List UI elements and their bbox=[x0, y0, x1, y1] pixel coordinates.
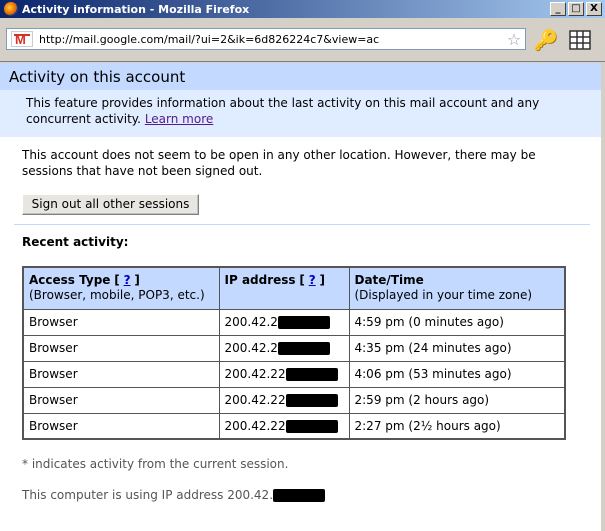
table-row: Browser 200.42.22 4:06 pm (53 minutes ag… bbox=[22, 360, 566, 388]
header-access-type: Access Type [ ? ] (Browser, mobile, POP3… bbox=[22, 266, 220, 310]
time-cell: 4:06 pm (53 minutes ago) bbox=[348, 360, 566, 388]
redaction-block bbox=[285, 394, 338, 407]
close-button[interactable]: X bbox=[586, 2, 602, 16]
table-header-row: Access Type [ ? ] (Browser, mobile, POP3… bbox=[22, 266, 566, 310]
ip-cell: 200.42.2 bbox=[218, 334, 350, 362]
ip-text: 200.42.2 bbox=[224, 315, 278, 329]
ip-cell: 200.42.2 bbox=[218, 308, 350, 336]
access-type-cell: Browser bbox=[22, 412, 220, 440]
time-cell: 4:35 pm (24 minutes ago) bbox=[348, 334, 566, 362]
table-row: Browser 200.42.22 2:27 pm (2½ hours ago) bbox=[22, 412, 566, 440]
ip-text: 200.42.2 bbox=[224, 341, 278, 355]
firefox-logo-icon bbox=[4, 2, 18, 16]
description-text: This feature provides information about … bbox=[26, 96, 540, 126]
key-icon[interactable]: 🔑 bbox=[533, 28, 559, 52]
window-right-border bbox=[601, 63, 605, 531]
redaction-block bbox=[285, 419, 338, 433]
ip-cell: 200.42.22 bbox=[218, 412, 350, 440]
ip-cell: 200.42.22 bbox=[218, 386, 350, 414]
current-ip-line: This computer is using IP address 200.42… bbox=[22, 488, 326, 502]
access-type-cell: Browser bbox=[22, 334, 220, 362]
page-content: Activity on this account This feature pr… bbox=[0, 63, 605, 531]
access-type-help-link[interactable]: ? bbox=[124, 273, 131, 287]
current-session-footnote: * indicates activity from the current se… bbox=[22, 457, 289, 471]
ip-text: 200.42.22 bbox=[224, 367, 286, 381]
redaction-block bbox=[277, 342, 330, 355]
access-type-cell: Browser bbox=[22, 308, 220, 336]
current-ip-text: This computer is using IP address 200.42… bbox=[22, 488, 274, 502]
redaction-block bbox=[273, 489, 326, 502]
activity-table: Access Type [ ? ] (Browser, mobile, POP3… bbox=[22, 266, 566, 440]
page-title: Activity on this account bbox=[9, 68, 186, 86]
gmail-glyph: M bbox=[15, 32, 26, 47]
url-bar[interactable]: M http://mail.google.com/mail/?ui=2&ik=6… bbox=[6, 28, 526, 50]
header-access-type-title: Access Type bbox=[29, 273, 111, 288]
minimize-button[interactable]: _ bbox=[550, 2, 566, 16]
time-cell: 4:59 pm (0 minutes ago) bbox=[348, 308, 566, 336]
ip-text: 200.42.22 bbox=[224, 418, 286, 433]
sessions-notice: This account does not seem to be open in… bbox=[22, 148, 536, 178]
header-ip-address: IP address [ ? ] bbox=[218, 266, 350, 310]
header-date-sub: (Displayed in your time zone) bbox=[354, 288, 533, 303]
divider bbox=[14, 224, 590, 225]
ip-text: 200.42.22 bbox=[224, 393, 286, 407]
recent-activity-label: Recent activity: bbox=[22, 235, 129, 249]
table-row: Browser 200.42.22 2:59 pm (2 hours ago) bbox=[22, 386, 566, 414]
header-ip-title: IP address bbox=[224, 273, 296, 288]
url-text[interactable]: http://mail.google.com/mail/?ui=2&ik=6d8… bbox=[39, 33, 503, 46]
time-cell: 2:59 pm (2 hours ago) bbox=[348, 386, 566, 414]
access-type-cell: Browser bbox=[22, 386, 220, 414]
gmail-favicon-icon: M bbox=[11, 31, 33, 47]
table-row: Browser 200.42.2 4:59 pm (0 minutes ago) bbox=[22, 308, 566, 336]
table-row: Browser 200.42.2 4:35 pm (24 minutes ago… bbox=[22, 334, 566, 362]
sign-out-all-sessions-button[interactable]: Sign out all other sessions bbox=[22, 194, 199, 215]
bookmark-star-icon[interactable]: ☆ bbox=[503, 30, 525, 49]
redaction-block bbox=[277, 316, 330, 329]
grid-menu-icon[interactable] bbox=[568, 28, 594, 52]
learn-more-link[interactable]: Learn more bbox=[145, 112, 213, 126]
ip-cell: 200.42.22 bbox=[218, 360, 350, 388]
navigation-bar: M http://mail.google.com/mail/?ui=2&ik=6… bbox=[0, 18, 605, 62]
header-box: Activity on this account This feature pr… bbox=[0, 63, 601, 137]
window-title: Activity information - Mozilla Firefox bbox=[22, 2, 250, 16]
ip-address-help-link[interactable]: ? bbox=[309, 273, 316, 287]
header-access-type-sub: (Browser, mobile, POP3, etc.) bbox=[29, 288, 205, 303]
time-cell: 2:27 pm (2½ hours ago) bbox=[348, 412, 566, 440]
redaction-block bbox=[285, 368, 338, 381]
window-titlebar: Activity information - Mozilla Firefox _… bbox=[0, 0, 605, 18]
maximize-button[interactable]: □ bbox=[568, 2, 584, 16]
access-type-cell: Browser bbox=[22, 360, 220, 388]
window-controls: _ □ X bbox=[550, 2, 602, 16]
header-date-title: Date/Time bbox=[354, 273, 424, 288]
description-panel: This feature provides information about … bbox=[0, 90, 601, 137]
header-date-time: Date/Time (Displayed in your time zone) bbox=[348, 266, 566, 310]
